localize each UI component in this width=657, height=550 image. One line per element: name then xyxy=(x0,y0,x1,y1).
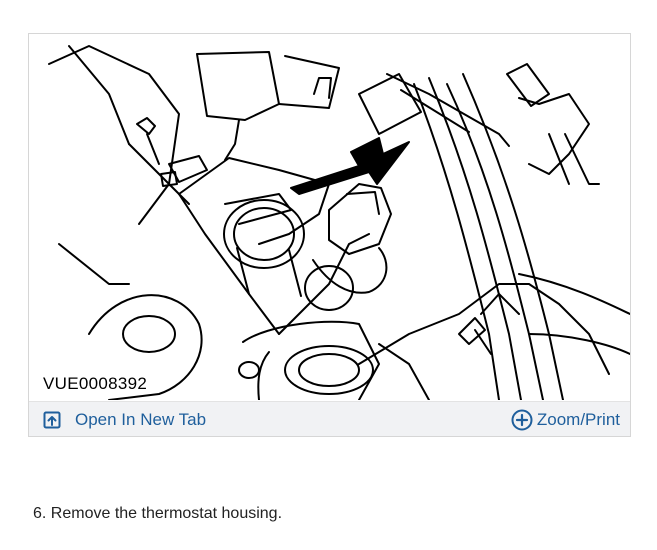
step-instruction: 6. Remove the thermostat housing. xyxy=(33,505,283,522)
open-in-new-tab-label: Open In New Tab xyxy=(75,410,207,429)
figure-id-label: VUE0008392 xyxy=(43,374,148,393)
open-in-new-tab-link[interactable]: Open In New Tab xyxy=(43,402,207,436)
open-in-new-tab-icon xyxy=(43,411,61,429)
plus-circle-icon xyxy=(511,409,533,431)
figure-action-bar: Open In New Tab Zoom/Print xyxy=(29,401,630,436)
zoom-print-link[interactable]: Zoom/Print xyxy=(511,402,620,436)
figure-card: VUE0008392 Open In New Tab Zoom/Print xyxy=(28,33,631,437)
thermostat-housing-illustration xyxy=(48,45,630,400)
zoom-print-label: Zoom/Print xyxy=(536,410,620,429)
